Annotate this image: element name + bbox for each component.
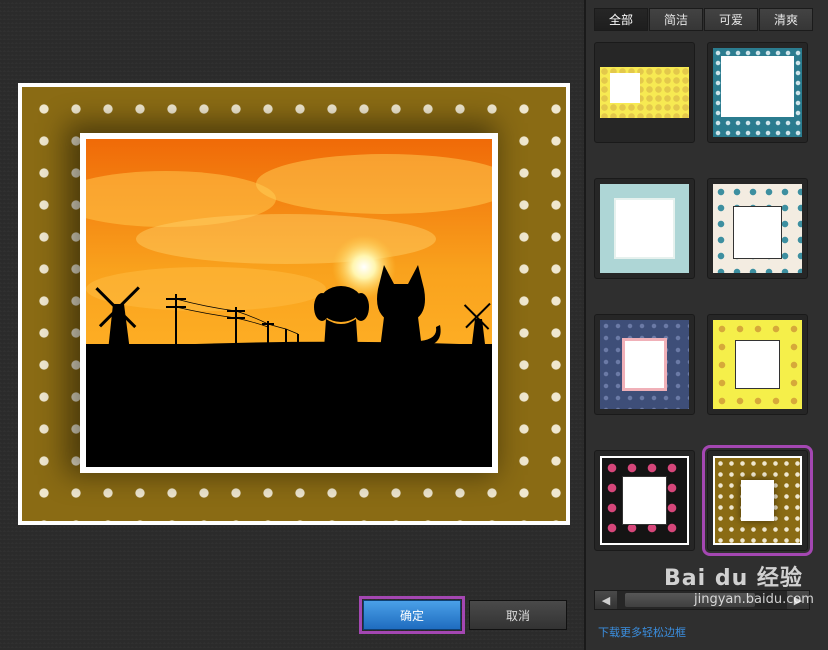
watermark-url: jingyan.baidu.com — [694, 592, 814, 607]
tab-simple[interactable]: 简洁 — [649, 8, 703, 31]
frame-thumbnail-gold-polka-selected[interactable] — [702, 445, 813, 556]
frame-thumbnail-chick[interactable] — [707, 314, 808, 415]
frame-thumbnail-mint[interactable] — [594, 178, 695, 279]
category-tabs: 全部 简洁 可爱 清爽 — [594, 8, 814, 31]
tab-all[interactable]: 全部 — [594, 8, 648, 31]
sunset-cats-photo — [86, 139, 492, 467]
yellow-chick-frame-icon — [713, 320, 802, 409]
frame-thumbnail-yellow-floral[interactable] — [594, 42, 695, 143]
tab-cute[interactable]: 可爱 — [704, 8, 758, 31]
teal-stars-frame-icon — [713, 48, 802, 137]
yellow-floral-frame-icon — [600, 67, 689, 118]
frame-library-panel: 全部 简洁 可爱 清爽 ◀ ▶ 下载更多轻松边框 — [586, 0, 828, 650]
frame-thumbnail-dear[interactable] — [707, 178, 808, 279]
photo-border — [80, 133, 498, 473]
download-more-frames-link[interactable]: 下载更多轻松边框 — [598, 624, 686, 640]
gold-polka-dots-frame-icon — [713, 456, 802, 545]
scroll-left-icon[interactable]: ◀ — [595, 591, 617, 609]
black-pink-dots-frame-icon — [600, 456, 689, 545]
cancel-button[interactable]: 取消 — [469, 600, 567, 630]
mint-simple-frame-icon — [600, 184, 689, 273]
frame-preview — [18, 83, 570, 525]
baidu-watermark: Bai du 经验 jingyan.baidu.com — [664, 560, 814, 607]
watermark-brand: Bai du 经验 — [664, 566, 803, 591]
navy-denim-frame-icon — [600, 320, 689, 409]
frame-thumbnail-teal-stars[interactable] — [707, 42, 808, 143]
confirm-button[interactable]: 确定 — [359, 596, 465, 634]
frame-thumbnail-black-pink[interactable] — [594, 450, 695, 551]
frame-thumbnail-navy[interactable] — [594, 314, 695, 415]
tab-fresh[interactable]: 清爽 — [759, 8, 813, 31]
preview-area: 确定 取消 — [0, 0, 584, 650]
dear-pattern-frame-icon — [713, 184, 802, 273]
